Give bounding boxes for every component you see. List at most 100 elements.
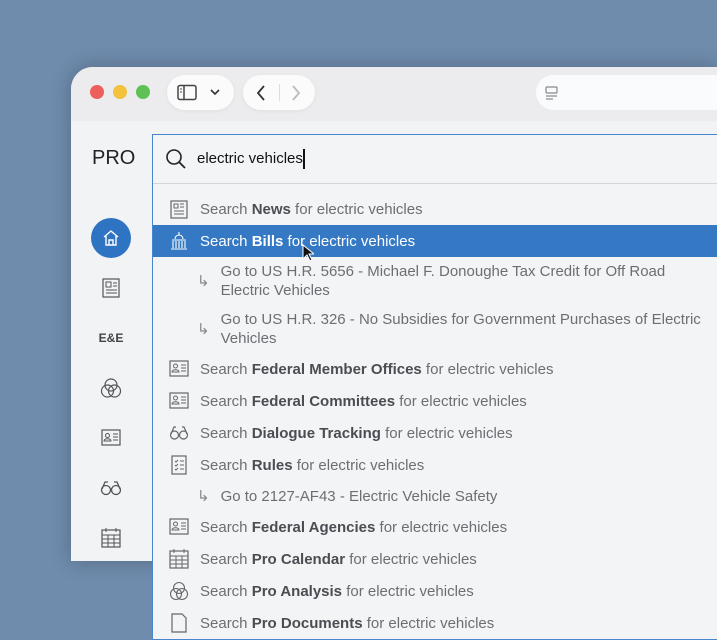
- return-arrow-icon: ↳: [197, 272, 210, 291]
- result-category: Federal Agencies: [252, 519, 376, 536]
- result-category: Federal Member Offices: [252, 361, 422, 378]
- result-text: Search Federal Committees for electric v…: [200, 392, 707, 411]
- search-result-item[interactable]: Search Federal Agencies for electric veh…: [153, 511, 717, 543]
- zoom-window-button[interactable]: [136, 85, 150, 99]
- sidebar-item-contacts[interactable]: [91, 418, 131, 458]
- result-suffix: for electric vehicles: [381, 425, 513, 442]
- result-suffix: for electric vehicles: [345, 551, 477, 568]
- search-result-item[interactable]: Search Pro Calendar for electric vehicle…: [153, 543, 717, 575]
- checklist-icon: [168, 454, 190, 476]
- result-prefix: Search: [200, 583, 252, 600]
- capitol-icon: [168, 230, 190, 252]
- result-text: Search Rules for electric vehicles: [200, 456, 707, 475]
- result-prefix: Search: [200, 201, 252, 218]
- result-category: Pro Analysis: [252, 583, 342, 600]
- result-category: Pro Calendar: [252, 551, 345, 568]
- forward-icon[interactable]: [290, 84, 302, 102]
- result-text: Search Bills for electric vehicles: [200, 232, 707, 251]
- result-category: Dialogue Tracking: [252, 425, 381, 442]
- result-text: Search News for electric vehicles: [200, 200, 707, 219]
- result-suffix: for electric vehicles: [363, 615, 495, 632]
- result-category: Rules: [252, 457, 293, 474]
- back-icon[interactable]: [255, 84, 267, 102]
- result-category: News: [252, 201, 291, 218]
- result-category: Pro Documents: [252, 615, 363, 632]
- result-text: Search Pro Analysis for electric vehicle…: [200, 582, 707, 601]
- sidebar-icon: [177, 84, 197, 101]
- result-prefix: Search: [200, 551, 252, 568]
- sidebar-toggle-button[interactable]: [167, 75, 234, 110]
- minimize-window-button[interactable]: [113, 85, 127, 99]
- result-prefix: Search: [200, 457, 252, 474]
- news-icon: [102, 278, 120, 298]
- search-query: electric vehicles: [197, 150, 303, 167]
- reader-icon: [545, 86, 558, 100]
- result-text: Search Pro Calendar for electric vehicle…: [200, 550, 707, 569]
- result-prefix: Search: [200, 615, 252, 632]
- goto-result-item[interactable]: ↳ Go to US H.R. 326 - No Subsidies for Go…: [153, 305, 717, 353]
- result-suffix: for electric vehicles: [342, 583, 474, 600]
- search-result-item[interactable]: Search Pro Analysis for electric vehicle…: [153, 575, 717, 607]
- search-result-item[interactable]: Search Dialogue Tracking for electric ve…: [153, 417, 717, 449]
- result-suffix: for electric vehicles: [291, 201, 423, 218]
- result-prefix: Search: [200, 361, 252, 378]
- sidebar-item-home[interactable]: [91, 218, 131, 258]
- results-list: Search News for electric vehiclesSearch …: [153, 184, 717, 639]
- search-result-item[interactable]: Search Federal Member Offices for electr…: [153, 353, 717, 385]
- contact-card-icon: [101, 429, 121, 447]
- result-text: Search Pro Documents for electric vehicl…: [200, 614, 707, 633]
- result-prefix: Search: [200, 233, 252, 250]
- document-icon: [168, 612, 190, 634]
- search-result-item[interactable]: Search Rules for electric vehicles: [153, 449, 717, 481]
- result-prefix: Search: [200, 519, 252, 536]
- search-panel: electric vehicles Search News for electr…: [152, 134, 717, 640]
- result-text: Search Federal Member Offices for electr…: [200, 360, 707, 379]
- sidebar-item-dialogue[interactable]: [91, 468, 131, 508]
- binoculars-icon: [100, 480, 122, 496]
- close-window-button[interactable]: [90, 85, 104, 99]
- result-prefix: Search: [200, 425, 252, 442]
- home-icon: [102, 229, 120, 247]
- address-bar[interactable]: [536, 75, 717, 110]
- search-result-item[interactable]: Search Pro Documents for electric vehicl…: [153, 607, 717, 639]
- contact-card-icon: [168, 358, 190, 380]
- chevron-down-icon[interactable]: [210, 89, 220, 96]
- result-suffix: for electric vehicles: [395, 393, 527, 410]
- result-prefix: Search: [200, 393, 252, 410]
- search-input[interactable]: electric vehicles: [153, 135, 717, 184]
- search-result-item[interactable]: Search Federal Committees for electric v…: [153, 385, 717, 417]
- result-text: Search Federal Agencies for electric veh…: [200, 518, 707, 537]
- title-bar: [71, 67, 717, 121]
- return-arrow-icon: ↳: [197, 320, 210, 339]
- result-category: Bills: [252, 233, 284, 250]
- news-icon: [168, 198, 190, 220]
- sidebar-item-ee[interactable]: E&E: [91, 318, 131, 358]
- binoculars-icon: [168, 422, 190, 444]
- result-text: Search Dialogue Tracking for electric ve…: [200, 424, 707, 443]
- result-suffix: for electric vehicles: [375, 519, 507, 536]
- text-caret: [303, 149, 305, 169]
- search-result-item[interactable]: Search News for electric vehicles: [153, 193, 717, 225]
- sidebar-item-calendar[interactable]: [91, 518, 131, 558]
- result-label: Go to 2127-AF43 - Electric Vehicle Safet…: [221, 487, 707, 506]
- sidebar-item-analysis[interactable]: [91, 368, 131, 408]
- search-result-item[interactable]: Search Bills for electric vehicles: [153, 225, 717, 257]
- navigation-buttons: [243, 75, 315, 110]
- browser-window: PRO E&E electric vehicles Search News fo…: [71, 67, 717, 561]
- result-label: Go to US H.R. 5656 - Michael F. Donoughe…: [221, 262, 707, 300]
- result-label: Go to US H.R. 326 - No Subsidies for Gov…: [221, 310, 707, 348]
- analysis-icon: [100, 377, 122, 399]
- result-suffix: for electric vehicles: [422, 361, 554, 378]
- calendar-icon: [101, 528, 121, 548]
- contact-card-icon: [168, 390, 190, 412]
- sidebar-item-news[interactable]: [91, 268, 131, 308]
- contact-card-icon: [168, 516, 190, 538]
- goto-result-item[interactable]: ↳ Go to US H.R. 5656 - Michael F. Donough…: [153, 257, 717, 305]
- mouse-cursor-icon: [302, 244, 314, 262]
- result-suffix: for electric vehicles: [293, 457, 425, 474]
- calendar-icon: [168, 548, 190, 570]
- return-arrow-icon: ↳: [197, 487, 210, 506]
- goto-result-item[interactable]: ↳ Go to 2127-AF43 - Electric Vehicle Safe…: [153, 481, 717, 511]
- nav-divider: [279, 84, 280, 101]
- analysis-icon: [168, 580, 190, 602]
